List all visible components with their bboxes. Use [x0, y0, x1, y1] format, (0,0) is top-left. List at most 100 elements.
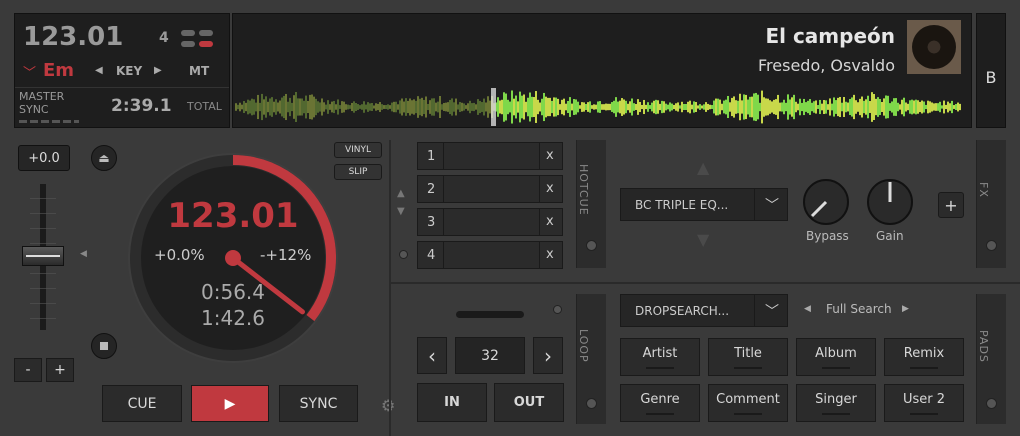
pitch-arrow-icon: ◀ — [80, 249, 87, 259]
pads-tab-label: PADS — [977, 329, 990, 363]
hotcue-down-icon[interactable]: ▼ — [397, 206, 405, 217]
master-label: MASTER — [19, 90, 65, 103]
hotcue-delete-button[interactable]: x — [546, 214, 554, 229]
pad-label: Comment — [716, 391, 780, 407]
deck-side-label: B — [985, 68, 997, 87]
pitch-plus-button[interactable]: + — [46, 358, 74, 382]
pad-button[interactable]: Artist — [620, 338, 700, 376]
track-title: El campeón — [765, 24, 895, 48]
search-mode-label: Full Search — [826, 302, 892, 316]
pitch-value: +0.0 — [28, 150, 60, 166]
slip-button[interactable]: SLIP — [334, 164, 382, 180]
total-label: TOTAL — [187, 100, 222, 113]
pads-tab[interactable]: PADS — [976, 294, 1006, 424]
pad-label: Title — [734, 345, 762, 361]
fx-up-icon[interactable]: ▲ — [697, 158, 709, 177]
playhead-marker — [491, 88, 496, 126]
hotcue-delete-button[interactable]: x — [546, 181, 554, 196]
hotcue-slot[interactable]: 2x — [417, 175, 563, 203]
loop-tab-label: LOOP — [577, 329, 590, 363]
chevron-down-icon: ﹀ — [765, 198, 779, 214]
loop-out-label: OUT — [513, 395, 545, 410]
loop-in-label: IN — [444, 395, 460, 410]
vinyl-button[interactable]: VINYL — [334, 142, 382, 158]
pad-button[interactable]: Title — [708, 338, 788, 376]
fx-add-button[interactable]: + — [938, 192, 964, 218]
pads-dropdown-label: DROPSEARCH... — [635, 304, 730, 318]
loop-tab-lamp — [586, 398, 597, 409]
fx-down-icon[interactable]: ▼ — [697, 230, 709, 249]
search-mode-prev-icon[interactable]: ◀ — [804, 304, 811, 314]
pads-dropdown[interactable]: DROPSEARCH... ﹀ — [620, 294, 788, 327]
waveform[interactable] — [235, 88, 971, 126]
hotcue-tab-lamp — [586, 240, 597, 251]
pitch-value-button[interactable]: +0.0 — [18, 145, 70, 171]
key-display[interactable]: Em — [43, 60, 74, 81]
bypass-knob[interactable] — [800, 176, 852, 228]
loop-next-button[interactable]: › — [533, 337, 563, 374]
play-button[interactable]: ▶ — [191, 385, 269, 422]
fx-tab[interactable]: FX — [976, 140, 1006, 268]
play-icon: ▶ — [224, 395, 236, 412]
search-mode-next-icon[interactable]: ▶ — [902, 304, 909, 314]
hotcue-delete-button[interactable]: x — [546, 247, 554, 262]
cue-button[interactable]: CUE — [102, 385, 182, 422]
stop-button[interactable] — [91, 333, 117, 359]
chevron-down-icon: ﹀ — [765, 304, 779, 320]
jog-remain: 1:42.6 — [201, 306, 265, 330]
loop-bar — [456, 311, 524, 318]
key-dropdown-icon[interactable]: ﹀ — [23, 62, 36, 81]
loop-size: 32 — [481, 347, 499, 364]
pad-button[interactable]: Comment — [708, 384, 788, 422]
loop-prev-button[interactable]: ‹ — [417, 337, 447, 374]
mt-button[interactable]: MT — [189, 64, 209, 78]
sync-button[interactable]: SYNC — [279, 385, 358, 422]
pad-button[interactable]: User 2 — [884, 384, 964, 422]
pad-label: User 2 — [902, 391, 946, 407]
loop-size-display[interactable]: 32 — [455, 337, 525, 374]
cue-label: CUE — [127, 395, 157, 412]
gain-label: Gain — [876, 229, 904, 243]
beat-indicator-icon — [181, 30, 215, 50]
bypass-label: Bypass — [806, 229, 849, 243]
pad-button[interactable]: Genre — [620, 384, 700, 422]
gain-knob[interactable] — [864, 176, 916, 228]
deck-side-indicator[interactable]: B — [976, 13, 1006, 128]
sync-label: SYNC — [19, 103, 49, 116]
deck-info-panel: 123.01 4 ﹀ Em ◀ KEY ▶ MT MASTER SYNC 2:3… — [14, 13, 230, 128]
loop-out-button[interactable]: OUT — [494, 383, 564, 422]
fx-add-label: + — [944, 195, 958, 215]
hotcue-slot[interactable]: 1x — [417, 142, 563, 170]
hotcue-slot[interactable]: 3x — [417, 208, 563, 236]
hotcue-number: 2 — [427, 182, 436, 197]
bpm-display[interactable]: 123.01 — [23, 22, 123, 52]
divider — [15, 87, 229, 88]
eject-button[interactable]: ⏏ — [91, 145, 117, 171]
pad-label: Remix — [903, 345, 945, 361]
pad-button[interactable]: Album — [796, 338, 876, 376]
loop-tab[interactable]: LOOP — [576, 294, 606, 424]
pad-label: Artist — [642, 345, 678, 361]
pads-tab-lamp — [986, 398, 997, 409]
hotcue-up-icon[interactable]: ▲ — [397, 188, 405, 199]
hotcue-tab[interactable]: HOTCUE — [576, 140, 606, 268]
hotcue-lamp — [399, 250, 408, 259]
pad-button[interactable]: Singer — [796, 384, 876, 422]
pitch-minus-label: - — [25, 362, 31, 378]
key-up-icon[interactable]: ▶ — [154, 65, 162, 76]
hotcue-delete-button[interactable]: x — [546, 148, 554, 163]
hotcue-number: 3 — [427, 215, 436, 230]
pitch-plus-label: + — [54, 362, 66, 378]
master-sync-button[interactable]: MASTER SYNC — [19, 90, 83, 124]
vinyl-label: VINYL — [344, 145, 372, 155]
deck-divider — [389, 140, 391, 436]
key-down-icon[interactable]: ◀ — [95, 65, 103, 76]
chevron-left-icon: ‹ — [428, 343, 436, 368]
pitch-minus-button[interactable]: - — [14, 358, 42, 382]
hotcue-slot[interactable]: 4x — [417, 241, 563, 269]
loop-in-button[interactable]: IN — [417, 383, 487, 422]
fx-effect-dropdown[interactable]: BC TRIPLE EQ... ﹀ — [620, 188, 788, 221]
jog-center-dot — [225, 250, 241, 266]
pad-button[interactable]: Remix — [884, 338, 964, 376]
pitch-slider-handle[interactable] — [22, 246, 64, 266]
